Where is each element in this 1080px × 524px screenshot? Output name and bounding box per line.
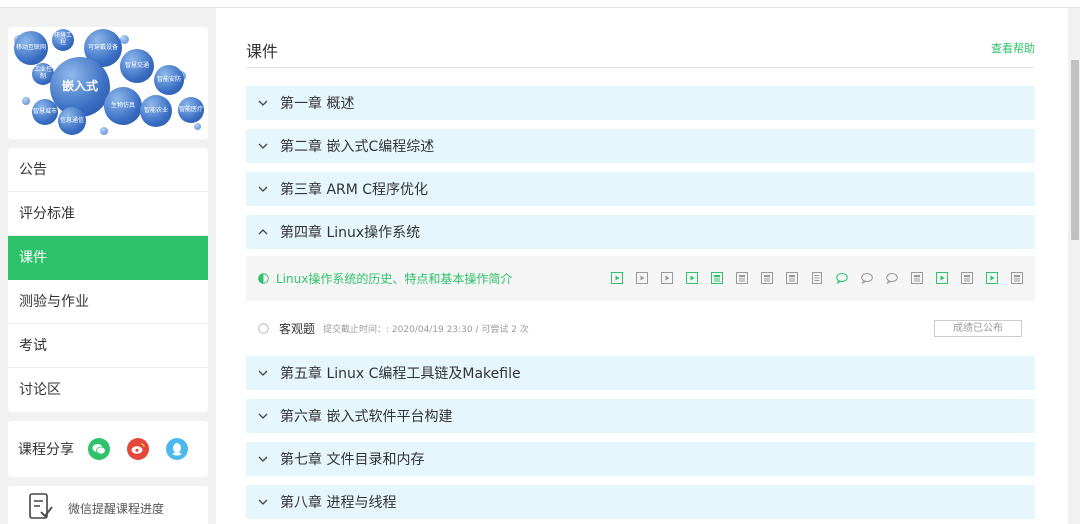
video-icon[interactable]: [935, 271, 948, 284]
text-icon[interactable]: [810, 271, 823, 284]
reminder-label: 微信提醒课程进度: [68, 501, 165, 516]
banner-dot: [194, 123, 201, 130]
scrollbar-thumb[interactable]: [1071, 60, 1079, 240]
banner-bubble: 智能农业: [140, 95, 172, 127]
main-panel: 课件 查看帮助 第一章 概述 第二章 嵌入式C编程综述 第三章 ARM C程序优…: [216, 8, 1068, 524]
help-link[interactable]: 查看帮助: [991, 40, 1035, 56]
lesson-row: Linux操作系统的历史、特点和基本操作简介: [246, 256, 1035, 301]
course-banner: 移动互联网 环境工程 可穿戴设备 工业控制 嵌入式 智慧交通 智能安防 生物仿真…: [8, 27, 208, 139]
chevron-down-icon: [246, 456, 280, 462]
chapter-row[interactable]: 第六章 嵌入式软件平台构建: [246, 399, 1035, 433]
quiz-meta: 提交截止时间：: 2020/04/19 23:30 / 可尝试 2 次: [323, 324, 529, 335]
reminder-icon: [28, 492, 54, 524]
banner-bubble: 智慧交通: [120, 49, 154, 83]
document-icon[interactable]: [910, 271, 923, 284]
chapter-row[interactable]: 第五章 Linux C编程工具链及Makefile: [246, 356, 1035, 390]
course-share: 课程分享: [8, 421, 208, 477]
menu-item-courseware[interactable]: 课件: [8, 236, 208, 280]
chapter-row[interactable]: 第三章 ARM C程序优化: [246, 172, 1035, 206]
menu-item-quiz-homework[interactable]: 测验与作业: [8, 280, 208, 324]
progress-half-icon: [258, 273, 269, 284]
quiz-row: 客观题 提交截止时间：: 2020/04/19 23:30 / 可尝试 2 次 …: [246, 313, 1035, 343]
chevron-down-icon: [246, 499, 280, 505]
menu-item-discussion[interactable]: 讨论区: [8, 368, 208, 412]
chapter-title: 第七章 文件目录和内存: [280, 452, 425, 468]
chevron-up-icon: [246, 229, 280, 235]
chapter-title: 第二章 嵌入式C编程综述: [280, 139, 435, 155]
video-icon[interactable]: [635, 271, 648, 284]
wechat-reminder[interactable]: 微信提醒课程进度: [8, 486, 208, 524]
document-icon[interactable]: [710, 271, 723, 284]
chevron-down-icon: [246, 143, 280, 149]
discussion-icon[interactable]: [835, 271, 848, 284]
wechat-icon[interactable]: [88, 438, 110, 460]
chapter-title: 第四章 Linux操作系统: [280, 225, 421, 241]
banner-bubble: 环境工程: [52, 29, 74, 51]
main-header: 课件 查看帮助: [246, 8, 1035, 68]
chapter-row-expanded[interactable]: 第四章 Linux操作系统: [246, 215, 1035, 249]
banner-bubble: 智慧城市: [32, 99, 58, 125]
chapter-row[interactable]: 第二章 嵌入式C编程综述: [246, 129, 1035, 163]
discussion-icon[interactable]: [885, 271, 898, 284]
chapter-title: 第一章 概述: [280, 96, 355, 112]
chevron-down-icon: [246, 413, 280, 419]
sidebar: 移动互联网 环境工程 可穿戴设备 工业控制 嵌入式 智慧交通 智能安防 生物仿真…: [8, 27, 208, 524]
banner-bubble: 移动互联网: [14, 31, 48, 65]
course-menu: 公告 评分标准 课件 测验与作业 考试 讨论区: [8, 148, 208, 412]
banner-bubble: 嵌入式: [50, 57, 110, 117]
weibo-icon[interactable]: [127, 438, 149, 460]
score-published-button[interactable]: 成绩已公布: [934, 320, 1022, 337]
chapter-row[interactable]: 第一章 概述: [246, 86, 1035, 120]
video-icon[interactable]: [660, 271, 673, 284]
menu-item-announcement[interactable]: 公告: [8, 148, 208, 192]
menu-item-grading[interactable]: 评分标准: [8, 192, 208, 236]
browser-top-strip: [0, 0, 1080, 8]
banner-dot: [22, 97, 30, 105]
banner-bubble: 生物仿真: [104, 87, 142, 125]
banner-bubble: 信息通信: [58, 107, 86, 135]
chapter-title: 第八章 进程与线程: [280, 495, 397, 511]
quiz-name[interactable]: 客观题: [279, 320, 315, 337]
status-circle-icon: [258, 322, 269, 334]
video-icon[interactable]: [985, 271, 998, 284]
chapter-title: 第六章 嵌入式软件平台构建: [280, 409, 453, 425]
document-icon[interactable]: [960, 271, 973, 284]
document-icon[interactable]: [1010, 271, 1023, 284]
banner-bubble: 智能安防: [154, 65, 184, 95]
banner-bubble: 智能医疗: [178, 97, 204, 123]
chevron-down-icon: [246, 370, 280, 376]
menu-item-exam[interactable]: 考试: [8, 324, 208, 368]
share-label: 课程分享: [18, 442, 74, 458]
page-title: 课件: [246, 42, 279, 61]
chevron-down-icon: [246, 186, 280, 192]
lesson-title[interactable]: Linux操作系统的历史、特点和基本操作简介: [276, 270, 512, 287]
video-icon[interactable]: [685, 271, 698, 284]
lesson-resources: [610, 271, 1035, 284]
chapter-row[interactable]: 第七章 文件目录和内存: [246, 442, 1035, 476]
banner-dot: [100, 127, 108, 135]
video-icon[interactable]: [610, 271, 623, 284]
chapter-title: 第五章 Linux C编程工具链及Makefile: [280, 366, 521, 382]
qq-icon[interactable]: [166, 438, 188, 460]
document-icon[interactable]: [735, 271, 748, 284]
discussion-icon[interactable]: [860, 271, 873, 284]
chapter-row[interactable]: 第八章 进程与线程: [246, 485, 1035, 519]
chapter-title: 第三章 ARM C程序优化: [280, 182, 429, 198]
document-icon[interactable]: [760, 271, 773, 284]
chevron-down-icon: [246, 100, 280, 106]
document-icon[interactable]: [785, 271, 798, 284]
